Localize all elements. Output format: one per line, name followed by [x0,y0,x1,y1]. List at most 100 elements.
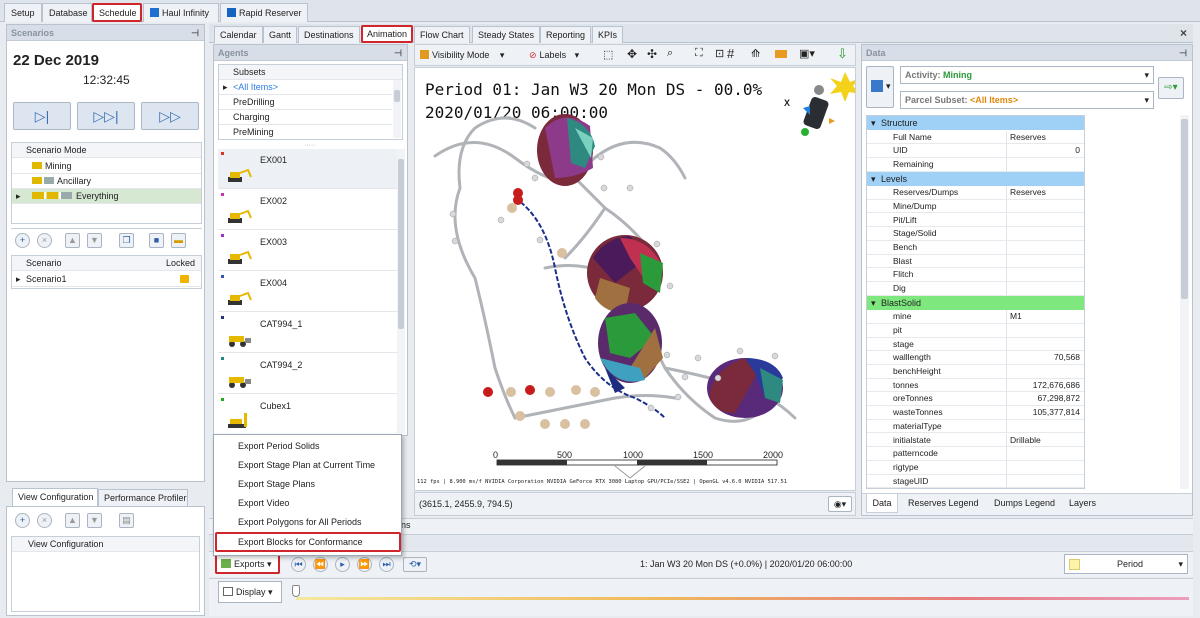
property-row[interactable]: rigtype [867,460,1084,475]
splitter-handle[interactable]: ····· [304,142,316,149]
speed-dropdown[interactable]: ⟲▾ [403,557,427,572]
rotate-icon[interactable]: ✣ [647,47,657,61]
view-down-button[interactable]: ▼ [87,513,102,528]
agent-scrollbar[interactable] [397,149,405,433]
tab-dumps-legend[interactable]: Dumps Legend [994,498,1055,508]
tab-layers[interactable]: Layers [1069,498,1096,508]
first-period-button[interactable]: ⏮ [291,557,306,572]
collapse-icon[interactable]: ▾ [871,116,876,130]
property-row[interactable]: patterncode [867,447,1084,461]
property-row[interactable]: initialstate Drillable [867,433,1084,448]
exports-dropdown[interactable]: Exports ▾ [215,554,280,574]
clip-icon[interactable]: ⊡ [715,47,724,60]
timeline-slider-thumb[interactable] [292,585,300,597]
property-scrollbar[interactable] [1180,115,1189,489]
parcel-subset-select[interactable]: Parcel Subset: <All Items> ▾ [900,91,1154,109]
property-row[interactable]: materialType [867,419,1084,434]
grid-icon[interactable]: # [727,46,734,61]
menu-export-period-solids[interactable]: Export Period Solids [238,437,320,455]
delete-scenario-button[interactable]: × [37,233,52,248]
fast-forward-button[interactable]: ▷▷| [77,102,135,130]
activity-select[interactable]: Activity: Mining ▾ [900,66,1154,84]
property-row[interactable]: tonnes 172,676,686 [867,378,1084,393]
property-row[interactable]: UID 0 [867,144,1084,158]
tab-haul-infinity[interactable]: Haul Infinity [143,3,219,22]
tab-reserves-legend[interactable]: Reserves Legend [908,498,979,508]
mode-everything[interactable]: ▸ Everything [12,189,201,204]
subset-premining[interactable]: PreMining [219,125,392,139]
move-up-button[interactable]: ▲ [65,233,80,248]
pin-icon[interactable]: ⊣ [394,45,402,61]
menu-export-polygons[interactable]: Export Polygons for All Periods [238,513,362,531]
tab-calendar[interactable]: Calendar [214,26,263,43]
property-row[interactable]: benchHeight [867,365,1084,379]
section-structure[interactable]: ▾ Structure [867,116,1084,130]
next-button[interactable]: ⏩ [357,557,372,572]
menu-export-blocks-conformance[interactable]: Export Blocks for Conformance [238,533,363,551]
property-row[interactable]: Blast [867,254,1084,269]
property-row[interactable]: stageUID [867,474,1084,488]
property-row[interactable]: Dig [867,282,1084,296]
tab-schedule[interactable]: Schedule [92,3,142,22]
agent-row-ex004[interactable]: EX004 [218,272,398,312]
export-data-button[interactable]: ⇨▾ [1158,77,1184,99]
agent-row-cat994-2[interactable]: CAT994_2 [218,354,398,394]
tab-view-configuration[interactable]: View Configuration [12,488,98,506]
property-row[interactable]: Remaining [867,157,1084,172]
mode-mining[interactable]: Mining [12,159,201,174]
view-mode-button[interactable]: ▾ [866,66,894,108]
fit-view-icon[interactable]: ⛶ [695,47,703,60]
close-tab-icon[interactable]: × [1180,26,1187,40]
property-row[interactable]: oreTonnes 67,298,872 [867,392,1084,407]
tab-steady-states[interactable]: Steady States [472,26,541,43]
add-scenario-button[interactable]: + [15,233,30,248]
tab-setup[interactable]: Setup [4,3,42,22]
play-playback-button[interactable]: ▸ [335,557,350,572]
labels-dropdown[interactable]: ⊘ Labels ▾ [529,48,579,63]
last-period-button[interactable]: ⏭ [379,557,394,572]
section-levels[interactable]: ▾ Levels [867,171,1084,186]
collapse-icon[interactable]: ▾ [871,296,876,310]
property-row[interactable]: wasteTonnes 105,377,814 [867,406,1084,420]
period-select[interactable]: Period ▾ [1064,554,1188,574]
agent-row-ex001[interactable]: EX001 [218,149,398,189]
property-row[interactable]: Stage/Solid [867,227,1084,241]
property-row[interactable]: Reserves/Dumps Reserves [867,186,1084,200]
menu-export-stage-plan-current[interactable]: Export Stage Plan at Current Time [238,456,375,474]
open-folder-button[interactable]: ▬ [171,233,186,248]
subset-predrilling[interactable]: PreDrilling [219,95,392,110]
subsets-scrollbar[interactable] [393,80,401,138]
tab-flow-chart[interactable]: Flow Chart [414,26,470,43]
hidden-tab-fragment[interactable]: ns [401,520,411,530]
play-button[interactable]: ▷▷ [141,102,199,130]
copy-scenario-button[interactable]: ❐ [119,233,134,248]
visibility-mode-dropdown[interactable]: Visibility Mode ▾ [420,48,504,63]
delete-view-button[interactable]: × [37,513,52,528]
property-row[interactable]: Mine/Dump [867,199,1084,214]
section-blastsolid[interactable]: ▾ BlastSolid [867,295,1084,310]
zoom-icon[interactable]: ⌕ [667,47,673,60]
ruler-icon[interactable] [775,50,787,58]
collapse-icon[interactable]: ▾ [871,172,876,186]
add-view-button[interactable]: + [15,513,30,528]
screenshot-icon[interactable]: ▣▾ [799,47,815,60]
property-row[interactable]: walllength 70,568 [867,351,1084,365]
property-row[interactable]: Flitch [867,268,1084,282]
tab-gantt[interactable]: Gantt [263,26,298,43]
tab-animation[interactable]: Animation [361,25,414,43]
move-icon[interactable]: ✥ [627,47,637,61]
property-row[interactable]: stage [867,337,1084,352]
scroll-thumb[interactable] [1181,119,1188,299]
tab-rapid-reserver[interactable]: Rapid Reserver [220,3,308,22]
save-button[interactable]: ■ [149,233,164,248]
view-up-button[interactable]: ▲ [65,513,80,528]
tab-reporting[interactable]: Reporting [540,26,592,43]
agent-row-ex002[interactable]: EX002 [218,190,398,230]
lock-icon[interactable] [180,275,189,283]
subset-all-items[interactable]: ▸ <All Items> [219,80,392,95]
property-row[interactable]: pit [867,323,1084,338]
mode-ancillary[interactable]: Ancillary [12,174,201,189]
animation-viewport[interactable]: Period 01: Jan W3 20 Mon DS - 00.0% 2020… [414,67,856,491]
measure-icon[interactable]: ⟰ [751,47,760,60]
property-row[interactable]: Full Name Reserves [867,130,1084,145]
